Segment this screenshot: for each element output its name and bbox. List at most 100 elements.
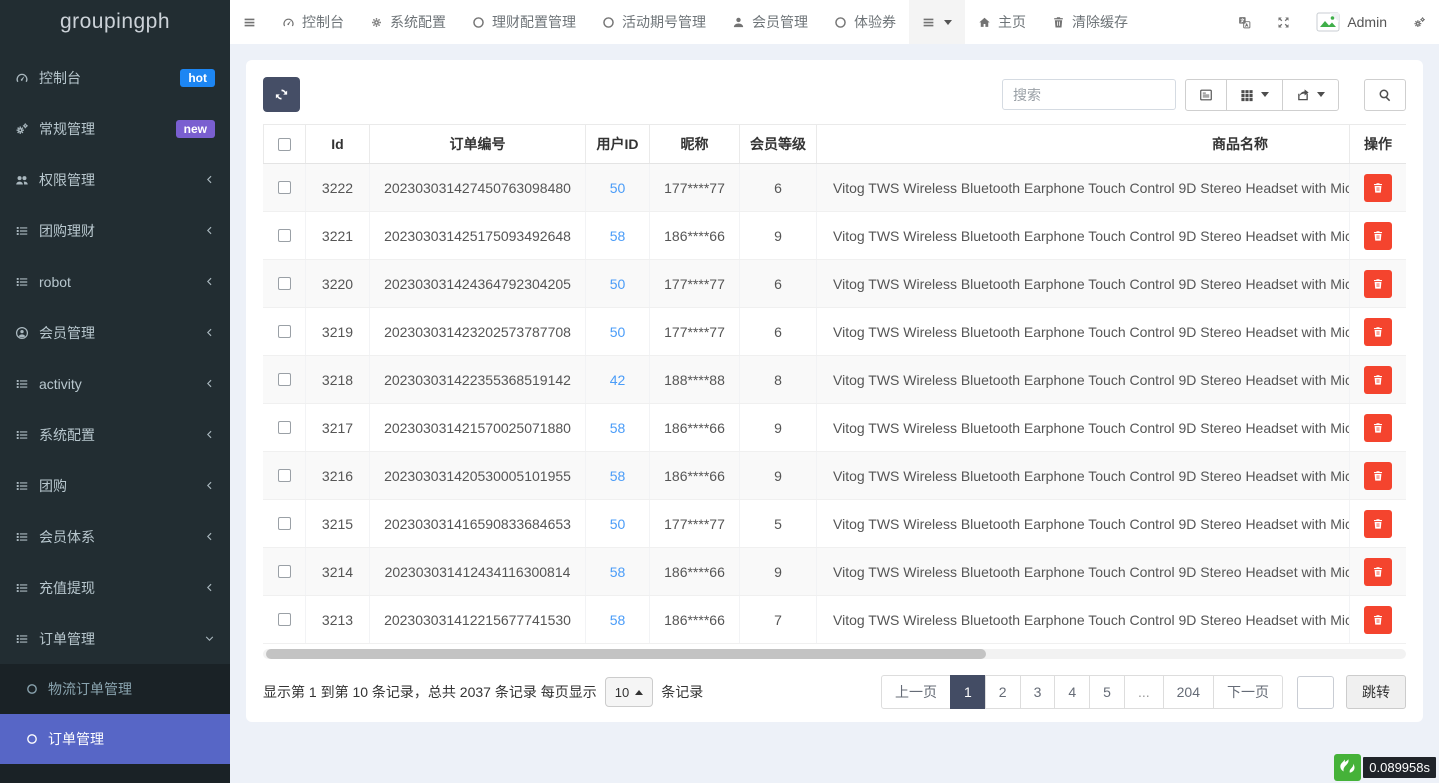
export-icon	[1296, 88, 1310, 102]
page-jump-button[interactable]: 跳转	[1346, 675, 1406, 709]
user-id-link[interactable]: 58	[610, 612, 626, 628]
page-button-4[interactable]: 4	[1054, 675, 1090, 709]
nav-item-活动期号管理[interactable]: 活动期号管理	[589, 0, 719, 44]
sidebar-item-充值提现[interactable]: 充值提现	[0, 562, 230, 613]
sidebar-toggle[interactable]	[230, 0, 269, 44]
scrollbar-thumb[interactable]	[266, 649, 986, 659]
user-id-link[interactable]: 58	[610, 420, 626, 436]
row-checkbox[interactable]	[278, 277, 291, 290]
page-jump-input[interactable]	[1297, 676, 1334, 709]
top-navbar: 控制台系统配置理财配置管理活动期号管理会员管理体验券 主页清除缓存 Admin	[230, 0, 1439, 44]
cell-nickname: 186****66	[649, 212, 739, 259]
user-id-link[interactable]: 50	[610, 516, 626, 532]
delete-button[interactable]	[1364, 414, 1392, 442]
sidebar-item-label: 会员管理	[39, 323, 194, 343]
row-checkbox[interactable]	[278, 181, 291, 194]
sidebar-item-团购理财[interactable]: 团购理财	[0, 205, 230, 256]
row-checkbox[interactable]	[278, 229, 291, 242]
row-checkbox[interactable]	[278, 421, 291, 434]
sidebar-item-控制台[interactable]: 控制台hot	[0, 52, 230, 103]
user-id-link[interactable]: 58	[610, 468, 626, 484]
nav-item-会员管理[interactable]: 会员管理	[719, 0, 821, 44]
caret-down-icon	[1261, 92, 1269, 97]
export-dropdown-button[interactable]	[1282, 79, 1339, 111]
row-checkbox[interactable]	[278, 565, 291, 578]
page-button-下一页[interactable]: 下一页	[1213, 675, 1283, 709]
delete-button[interactable]	[1364, 510, 1392, 538]
sidebar-item-系统配置[interactable]: 系统配置	[0, 409, 230, 460]
topnav-right: Admin	[1225, 0, 1439, 44]
user-menu[interactable]: Admin	[1303, 0, 1400, 44]
search-button[interactable]	[1364, 79, 1406, 111]
refresh-button[interactable]	[263, 77, 300, 112]
gears-icon	[1413, 16, 1426, 29]
row-checkbox[interactable]	[278, 325, 291, 338]
delete-button[interactable]	[1364, 462, 1392, 490]
row-checkbox[interactable]	[278, 373, 291, 386]
nav-item-主页[interactable]: 主页	[965, 0, 1039, 44]
user-id-link[interactable]: 58	[610, 564, 626, 580]
table-row: 3216 202303031420530005101955 58 186****…	[263, 452, 1406, 500]
page-size-select[interactable]: 10	[605, 677, 653, 707]
user-id-link[interactable]: 50	[610, 276, 626, 292]
sidebar-item-会员体系[interactable]: 会员体系	[0, 511, 230, 562]
sidebar-item-团购[interactable]: 团购	[0, 460, 230, 511]
chevron-left-icon	[204, 225, 215, 236]
user-id-link[interactable]: 50	[610, 324, 626, 340]
page-button-2[interactable]: 2	[985, 675, 1021, 709]
settings-button[interactable]	[1400, 0, 1439, 44]
select-all-checkbox[interactable]	[278, 138, 291, 151]
user-id-link[interactable]: 42	[610, 372, 626, 388]
fullscreen-button[interactable]	[1264, 0, 1303, 44]
tachometer-icon	[15, 71, 29, 85]
trash-icon	[1372, 278, 1384, 290]
page-button-5[interactable]: 5	[1089, 675, 1125, 709]
delete-button[interactable]	[1364, 222, 1392, 250]
row-checkbox[interactable]	[278, 517, 291, 530]
nav-item-控制台[interactable]: 控制台	[269, 0, 357, 44]
page-button-1[interactable]: 1	[950, 675, 986, 709]
table-row: 3221 202303031425175093492648 58 186****…	[263, 212, 1406, 260]
columns-dropdown-button[interactable]	[1226, 79, 1283, 111]
page-button-204[interactable]: 204	[1163, 675, 1214, 709]
delete-button[interactable]	[1364, 270, 1392, 298]
detail-view-button[interactable]	[1185, 79, 1227, 111]
nav-item-系统配置[interactable]: 系统配置	[357, 0, 459, 44]
row-checkbox[interactable]	[278, 613, 291, 626]
page-button-3[interactable]: 3	[1020, 675, 1056, 709]
delete-button[interactable]	[1364, 174, 1392, 202]
search-input[interactable]	[1002, 79, 1176, 110]
language-button[interactable]	[1225, 0, 1264, 44]
horizontal-scrollbar	[263, 649, 1406, 659]
more-menus-dropdown[interactable]	[909, 0, 965, 44]
user-id-link[interactable]: 58	[610, 228, 626, 244]
list-icon	[15, 275, 29, 289]
sidebar-item-权限管理[interactable]: 权限管理	[0, 154, 230, 205]
sidebar-item-activity[interactable]: activity	[0, 358, 230, 409]
sidebar-item-robot[interactable]: robot	[0, 256, 230, 307]
orders-table: Id 订单编号 用户ID 昵称 会员等级 商品名称 操作 3222 202303…	[263, 124, 1406, 644]
bars-icon	[243, 16, 256, 29]
sidebar-item-订单管理[interactable]: 订单管理	[0, 613, 230, 664]
sidebar-badge: new	[176, 120, 215, 138]
nav-item-体验券[interactable]: 体验券	[821, 0, 909, 44]
delete-button[interactable]	[1364, 366, 1392, 394]
page-button-上一页[interactable]: 上一页	[881, 675, 951, 709]
nav-item-理财配置管理[interactable]: 理财配置管理	[459, 0, 589, 44]
delete-button[interactable]	[1364, 318, 1392, 346]
submenu-item-物流订单管理[interactable]: 物流订单管理	[0, 664, 230, 714]
delete-button[interactable]	[1364, 606, 1392, 634]
table-row: 3222 202303031427450763098480 50 177****…	[263, 164, 1406, 212]
sidebar-item-会员管理[interactable]: 会员管理	[0, 307, 230, 358]
table-row: 3213 202303031412215677741530 58 186****…	[263, 596, 1406, 644]
chevron-left-icon	[204, 378, 215, 389]
submenu-item-订单管理[interactable]: 订单管理	[0, 714, 230, 764]
row-checkbox[interactable]	[278, 469, 291, 482]
expand-icon	[1277, 16, 1290, 29]
tachometer-icon	[282, 16, 295, 29]
sidebar-item-常规管理[interactable]: 常规管理new	[0, 103, 230, 154]
nav-item-清除缓存[interactable]: 清除缓存	[1039, 0, 1141, 44]
delete-button[interactable]	[1364, 558, 1392, 586]
user-id-link[interactable]: 50	[610, 180, 626, 196]
sidebar-submenu: 物流订单管理订单管理	[0, 664, 230, 783]
